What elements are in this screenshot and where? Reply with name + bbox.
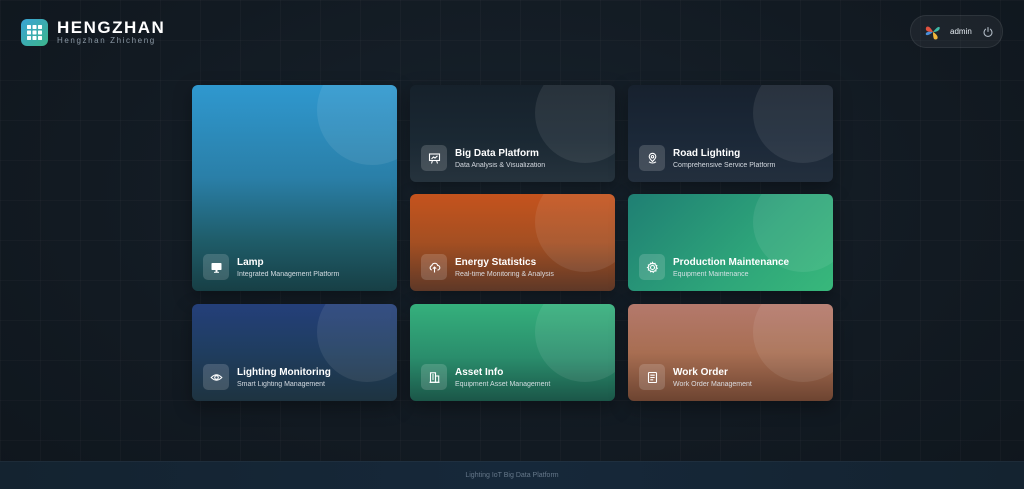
card-energy-statistics[interactable]: Energy Statistics Real-time Monitoring &… — [410, 194, 615, 291]
card-title: Work Order — [673, 367, 728, 378]
decorative-circle — [753, 85, 833, 163]
gear-icon — [639, 254, 665, 280]
location-pin-icon — [639, 145, 665, 171]
user-menu[interactable]: admin — [910, 15, 1003, 48]
monitor-icon — [203, 254, 229, 280]
brand-subtitle: Hengzhan Zhicheng — [57, 36, 156, 45]
card-subtitle: Work Order Management — [673, 381, 752, 388]
card-big-data-platform[interactable]: Big Data Platform Data Analysis & Visual… — [410, 85, 615, 182]
power-icon[interactable] — [982, 26, 994, 38]
card-work-order[interactable]: Work Order Work Order Management — [628, 304, 833, 401]
card-road-lighting[interactable]: Road Lighting Comprehensive Service Plat… — [628, 85, 833, 182]
card-title: Road Lighting — [673, 148, 741, 159]
card-subtitle: Real-time Monitoring & Analysis — [455, 271, 554, 278]
decorative-circle — [535, 194, 615, 272]
card-production-maintenance[interactable]: Production Maintenance Equipment Mainten… — [628, 194, 833, 291]
card-subtitle: Equipment Maintenance — [673, 271, 749, 278]
decorative-circle — [535, 85, 615, 163]
decorative-circle — [753, 304, 833, 382]
card-subtitle: Equipment Asset Management — [455, 381, 551, 388]
pinwheel-avatar-icon[interactable] — [923, 22, 943, 42]
decorative-circle — [317, 85, 397, 165]
footer-text: Lighting IoT Big Data Platform — [465, 472, 559, 479]
card-subtitle: Smart Lighting Management — [237, 381, 325, 388]
card-subtitle: Comprehensive Service Platform — [673, 162, 776, 169]
cloud-upload-icon — [421, 254, 447, 280]
username: admin — [950, 27, 972, 36]
card-asset-info[interactable]: Asset Info Equipment Asset Management — [410, 304, 615, 401]
brand-title: HENGZHAN — [57, 18, 166, 37]
card-lighting-monitoring[interactable]: Lighting Monitoring Smart Lighting Manag… — [192, 304, 397, 401]
eye-icon — [203, 364, 229, 390]
card-title: Energy Statistics — [455, 257, 537, 268]
header: HENGZHAN Hengzhan Zhicheng admin — [0, 0, 1024, 64]
building-icon — [421, 364, 447, 390]
grid-icon — [21, 19, 48, 46]
card-lamp[interactable]: Lamp Integrated Management Platform — [192, 85, 397, 291]
card-subtitle: Integrated Management Platform — [237, 271, 340, 278]
card-subtitle: Data Analysis & Visualization — [455, 162, 546, 169]
presentation-chart-icon — [421, 145, 447, 171]
card-title: Lighting Monitoring — [237, 367, 331, 378]
decorative-circle — [535, 304, 615, 382]
card-title: Big Data Platform — [455, 148, 539, 159]
footer: Lighting IoT Big Data Platform — [0, 461, 1024, 489]
card-title: Asset Info — [455, 367, 504, 378]
document-icon — [639, 364, 665, 390]
card-title: Production Maintenance — [673, 257, 790, 268]
card-title: Lamp — [237, 257, 264, 268]
